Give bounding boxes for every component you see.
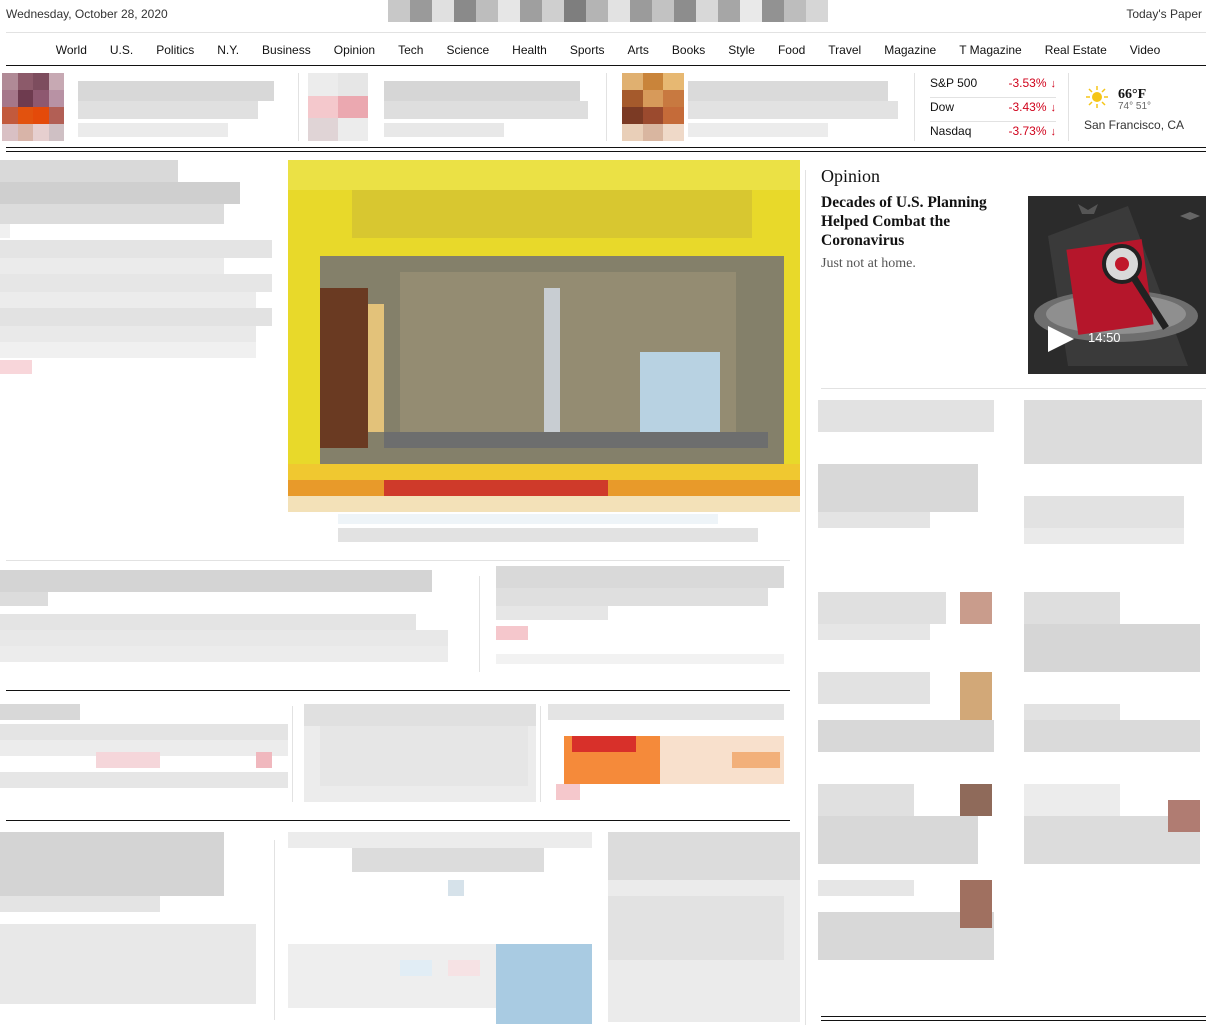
story-row3-2[interactable]: [304, 704, 536, 802]
down-arrow-icon: ↓: [1050, 102, 1057, 114]
nav-item-real-estate[interactable]: Real Estate: [1033, 43, 1118, 57]
opinion-item-3[interactable]: [818, 592, 1010, 656]
masthead-date: Wednesday, October 28, 2020: [6, 7, 168, 21]
promo-headline-3[interactable]: [688, 73, 898, 141]
nav-item-us[interactable]: U.S.: [98, 43, 144, 57]
site-logo[interactable]: [388, 0, 828, 22]
nav-item-magazine[interactable]: Magazine: [873, 43, 948, 57]
column-divider: [805, 170, 806, 1025]
opinion-item-5[interactable]: [818, 672, 1010, 768]
lead-image-caption: [338, 514, 798, 544]
opinion-section-label[interactable]: Opinion: [821, 166, 880, 187]
nav-item-arts[interactable]: Arts: [616, 43, 660, 57]
nav-item-business[interactable]: Business: [251, 43, 323, 57]
story-row4-3[interactable]: [608, 832, 800, 1022]
nav-item-science[interactable]: Science: [435, 43, 501, 57]
todays-paper-link[interactable]: Today's Paper: [1126, 7, 1202, 21]
nav-item-tech[interactable]: Tech: [387, 43, 435, 57]
nav-item-video[interactable]: Video: [1118, 43, 1171, 57]
market-change: -3.73% ↓: [1008, 124, 1057, 138]
promo-headline-2[interactable]: [384, 73, 588, 141]
market-row-nasdaq: Nasdaq -3.73% ↓: [930, 122, 1056, 146]
nav-item-world[interactable]: World: [44, 43, 98, 57]
nav-item-style[interactable]: Style: [717, 43, 767, 57]
weather-hi-lo: 74° 51°: [1118, 101, 1152, 112]
strip-divider-2: [606, 73, 607, 141]
opinion-summary: Just not at home.: [821, 256, 916, 271]
promo-thumbnail-1[interactable]: [2, 73, 64, 141]
nav-item-travel[interactable]: Travel: [817, 43, 873, 57]
story-row3-1[interactable]: [0, 704, 288, 802]
nav-item-health[interactable]: Health: [501, 43, 559, 57]
market-change: -3.43% ↓: [1008, 100, 1057, 114]
opinion-double-rule: [821, 1016, 1206, 1021]
story-secondary-1[interactable]: [0, 570, 448, 674]
opinion-item-2[interactable]: [1024, 400, 1202, 578]
header-double-rule: [6, 147, 1206, 152]
row4-divider-1: [274, 840, 275, 1020]
opinion-item-6[interactable]: [1024, 704, 1202, 752]
promo-headline-1[interactable]: [78, 73, 274, 141]
market-name: S&P 500: [930, 76, 978, 90]
market-row-sp500: S&P 500 -3.53% ↓: [930, 74, 1056, 98]
opinion-item-7[interactable]: [818, 784, 1010, 880]
opinion-item-9[interactable]: [818, 880, 1010, 976]
nav-item-books[interactable]: Books: [660, 43, 716, 57]
opinion-item-8[interactable]: [1024, 784, 1202, 880]
row3-divider-2: [540, 706, 541, 802]
section-nav: World U.S. Politics N.Y. Business Opinio…: [0, 43, 1216, 57]
down-arrow-icon: ↓: [1050, 78, 1057, 90]
nav-item-ny[interactable]: N.Y.: [206, 43, 251, 57]
nav-item-politics[interactable]: Politics: [145, 43, 206, 57]
secondary-divider: [479, 576, 480, 672]
nav-bottom-divider: [6, 65, 1206, 66]
nav-item-food[interactable]: Food: [766, 43, 816, 57]
opinion-item-4[interactable]: [1024, 592, 1202, 688]
row3-divider-1: [292, 706, 293, 802]
sun-icon: [1086, 86, 1108, 108]
markets-widget[interactable]: S&P 500 -3.53% ↓ Dow -3.43% ↓ Nasdaq -3.73…: [930, 74, 1056, 146]
story-row4-2[interactable]: [288, 832, 592, 1024]
section-rule-1: [6, 690, 790, 691]
opinion-item-1[interactable]: [818, 400, 994, 578]
nav-top-divider: [6, 32, 1206, 33]
lead-bottom-rule: [6, 560, 790, 561]
story-row4-1[interactable]: [0, 832, 256, 1012]
lead-story-text[interactable]: [0, 160, 272, 460]
down-arrow-icon: ↓: [1050, 126, 1057, 138]
story-row3-3[interactable]: [548, 704, 784, 802]
weather-city: San Francisco, CA: [1084, 118, 1185, 132]
story-secondary-2[interactable]: [496, 566, 784, 674]
video-duration: 14:50: [1088, 330, 1121, 345]
promo-thumbnail-2[interactable]: [308, 73, 368, 141]
strip-divider-4: [1068, 73, 1069, 141]
section-rule-2: [6, 820, 790, 821]
strip-divider-1: [298, 73, 299, 141]
opinion-video[interactable]: 14:50: [1028, 196, 1206, 374]
opinion-bottom-rule: [821, 388, 1206, 389]
market-change: -3.53% ↓: [1008, 76, 1057, 90]
nav-item-sports[interactable]: Sports: [558, 43, 616, 57]
play-icon[interactable]: [1046, 324, 1076, 354]
market-row-dow: Dow -3.43% ↓: [930, 98, 1056, 122]
strip-divider-3: [914, 73, 915, 141]
market-name: Nasdaq: [930, 124, 972, 138]
lead-story-image[interactable]: [288, 160, 800, 512]
opinion-headline[interactable]: Decades of U.S. Planning Helped Combat t…: [821, 193, 1011, 250]
promo-thumbnail-3[interactable]: [622, 73, 684, 141]
nav-item-t-magazine[interactable]: T Magazine: [948, 43, 1033, 57]
market-name: Dow: [930, 100, 955, 114]
nav-item-opinion[interactable]: Opinion: [322, 43, 386, 57]
